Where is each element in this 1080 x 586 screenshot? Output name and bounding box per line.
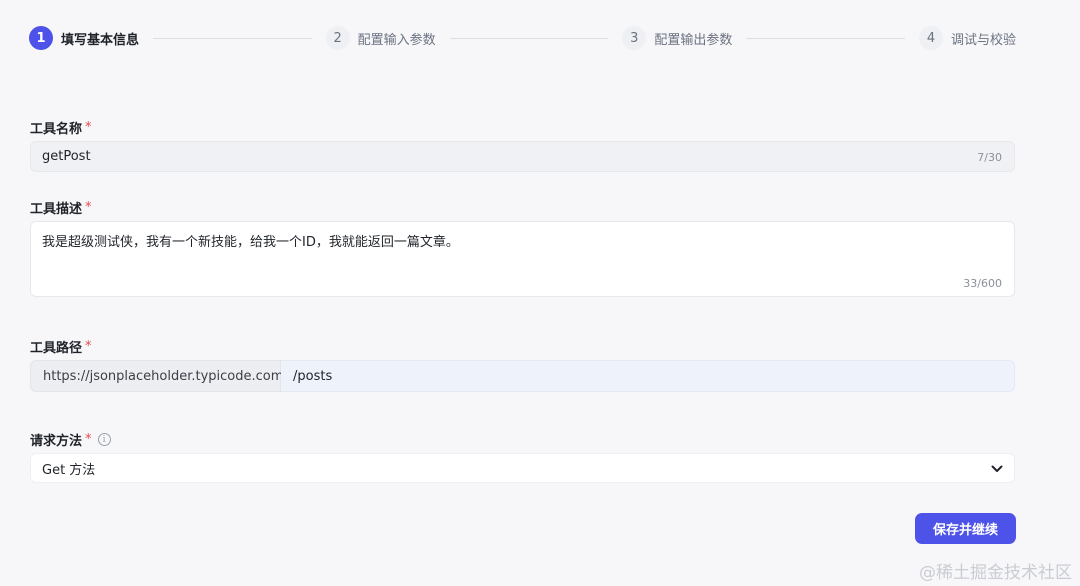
tool-path-label: 工具路径 *: [30, 337, 92, 356]
tool-name-label: 工具名称 *: [30, 118, 92, 137]
required-mark: *: [85, 432, 92, 447]
watermark: @稀土掘金技术社区: [919, 563, 1072, 583]
tool-name-input[interactable]: getPost 7/30: [30, 141, 1015, 172]
tool-description-label: 工具描述 *: [30, 198, 92, 217]
tool-create-page: 1 填写基本信息 2 配置输入参数 3 配置输出参数 4 调试与校验 工具名称 …: [0, 0, 1080, 586]
step-number: 3: [622, 26, 647, 50]
step-number: 4: [918, 26, 943, 50]
request-method-label-text: 请求方法: [30, 434, 83, 449]
step-basic-info[interactable]: 1 填写基本信息: [29, 26, 139, 50]
required-mark: *: [85, 339, 92, 354]
step-divider: [449, 37, 609, 39]
tool-name-counter: 7/30: [977, 151, 1002, 164]
step-label: 配置输入参数: [357, 32, 436, 48]
tool-description-counter: 33/600: [963, 277, 1002, 290]
step-divider: [746, 37, 905, 39]
chevron-down-icon: [991, 465, 1003, 472]
tool-path-row: https://jsonplaceholder.typicode.com /po…: [30, 360, 1015, 392]
tool-description-textarea[interactable]: 我是超级测试侠，我有一个新技能，给我一个ID，我就能返回一篇文章。 33/600: [30, 221, 1015, 297]
step-output-params[interactable]: 3 配置输出参数: [622, 26, 732, 50]
required-mark: *: [85, 120, 92, 135]
required-mark: *: [85, 200, 92, 215]
tool-name-value: getPost: [42, 149, 91, 164]
step-divider: [153, 37, 312, 39]
stepper: 1 填写基本信息 2 配置输入参数 3 配置输出参数 4 调试与校验: [29, 25, 1016, 51]
step-debug-verify[interactable]: 4 调试与校验: [918, 26, 1016, 50]
step-label: 填写基本信息: [61, 32, 140, 48]
step-number: 1: [29, 26, 53, 50]
tool-description-label-text: 工具描述: [30, 202, 83, 217]
tool-path-prefix: https://jsonplaceholder.typicode.com: [30, 360, 283, 392]
step-number: 2: [325, 26, 350, 50]
step-label: 配置输出参数: [654, 32, 733, 48]
request-method-select[interactable]: Get 方法: [30, 453, 1015, 483]
info-icon[interactable]: i: [97, 433, 111, 446]
tool-description-value: 我是超级测试侠，我有一个新技能，给我一个ID，我就能返回一篇文章。: [42, 235, 459, 250]
save-and-continue-button[interactable]: 保存并继续: [915, 513, 1016, 544]
tool-name-label-text: 工具名称: [30, 122, 83, 137]
request-method-value: Get 方法: [42, 462, 96, 478]
tool-path-label-text: 工具路径: [30, 341, 83, 356]
step-input-params[interactable]: 2 配置输入参数: [325, 26, 436, 50]
tool-path-input[interactable]: /posts: [281, 360, 1015, 392]
request-method-label: 请求方法 * i: [30, 430, 111, 449]
step-label: 调试与校验: [950, 32, 1016, 48]
